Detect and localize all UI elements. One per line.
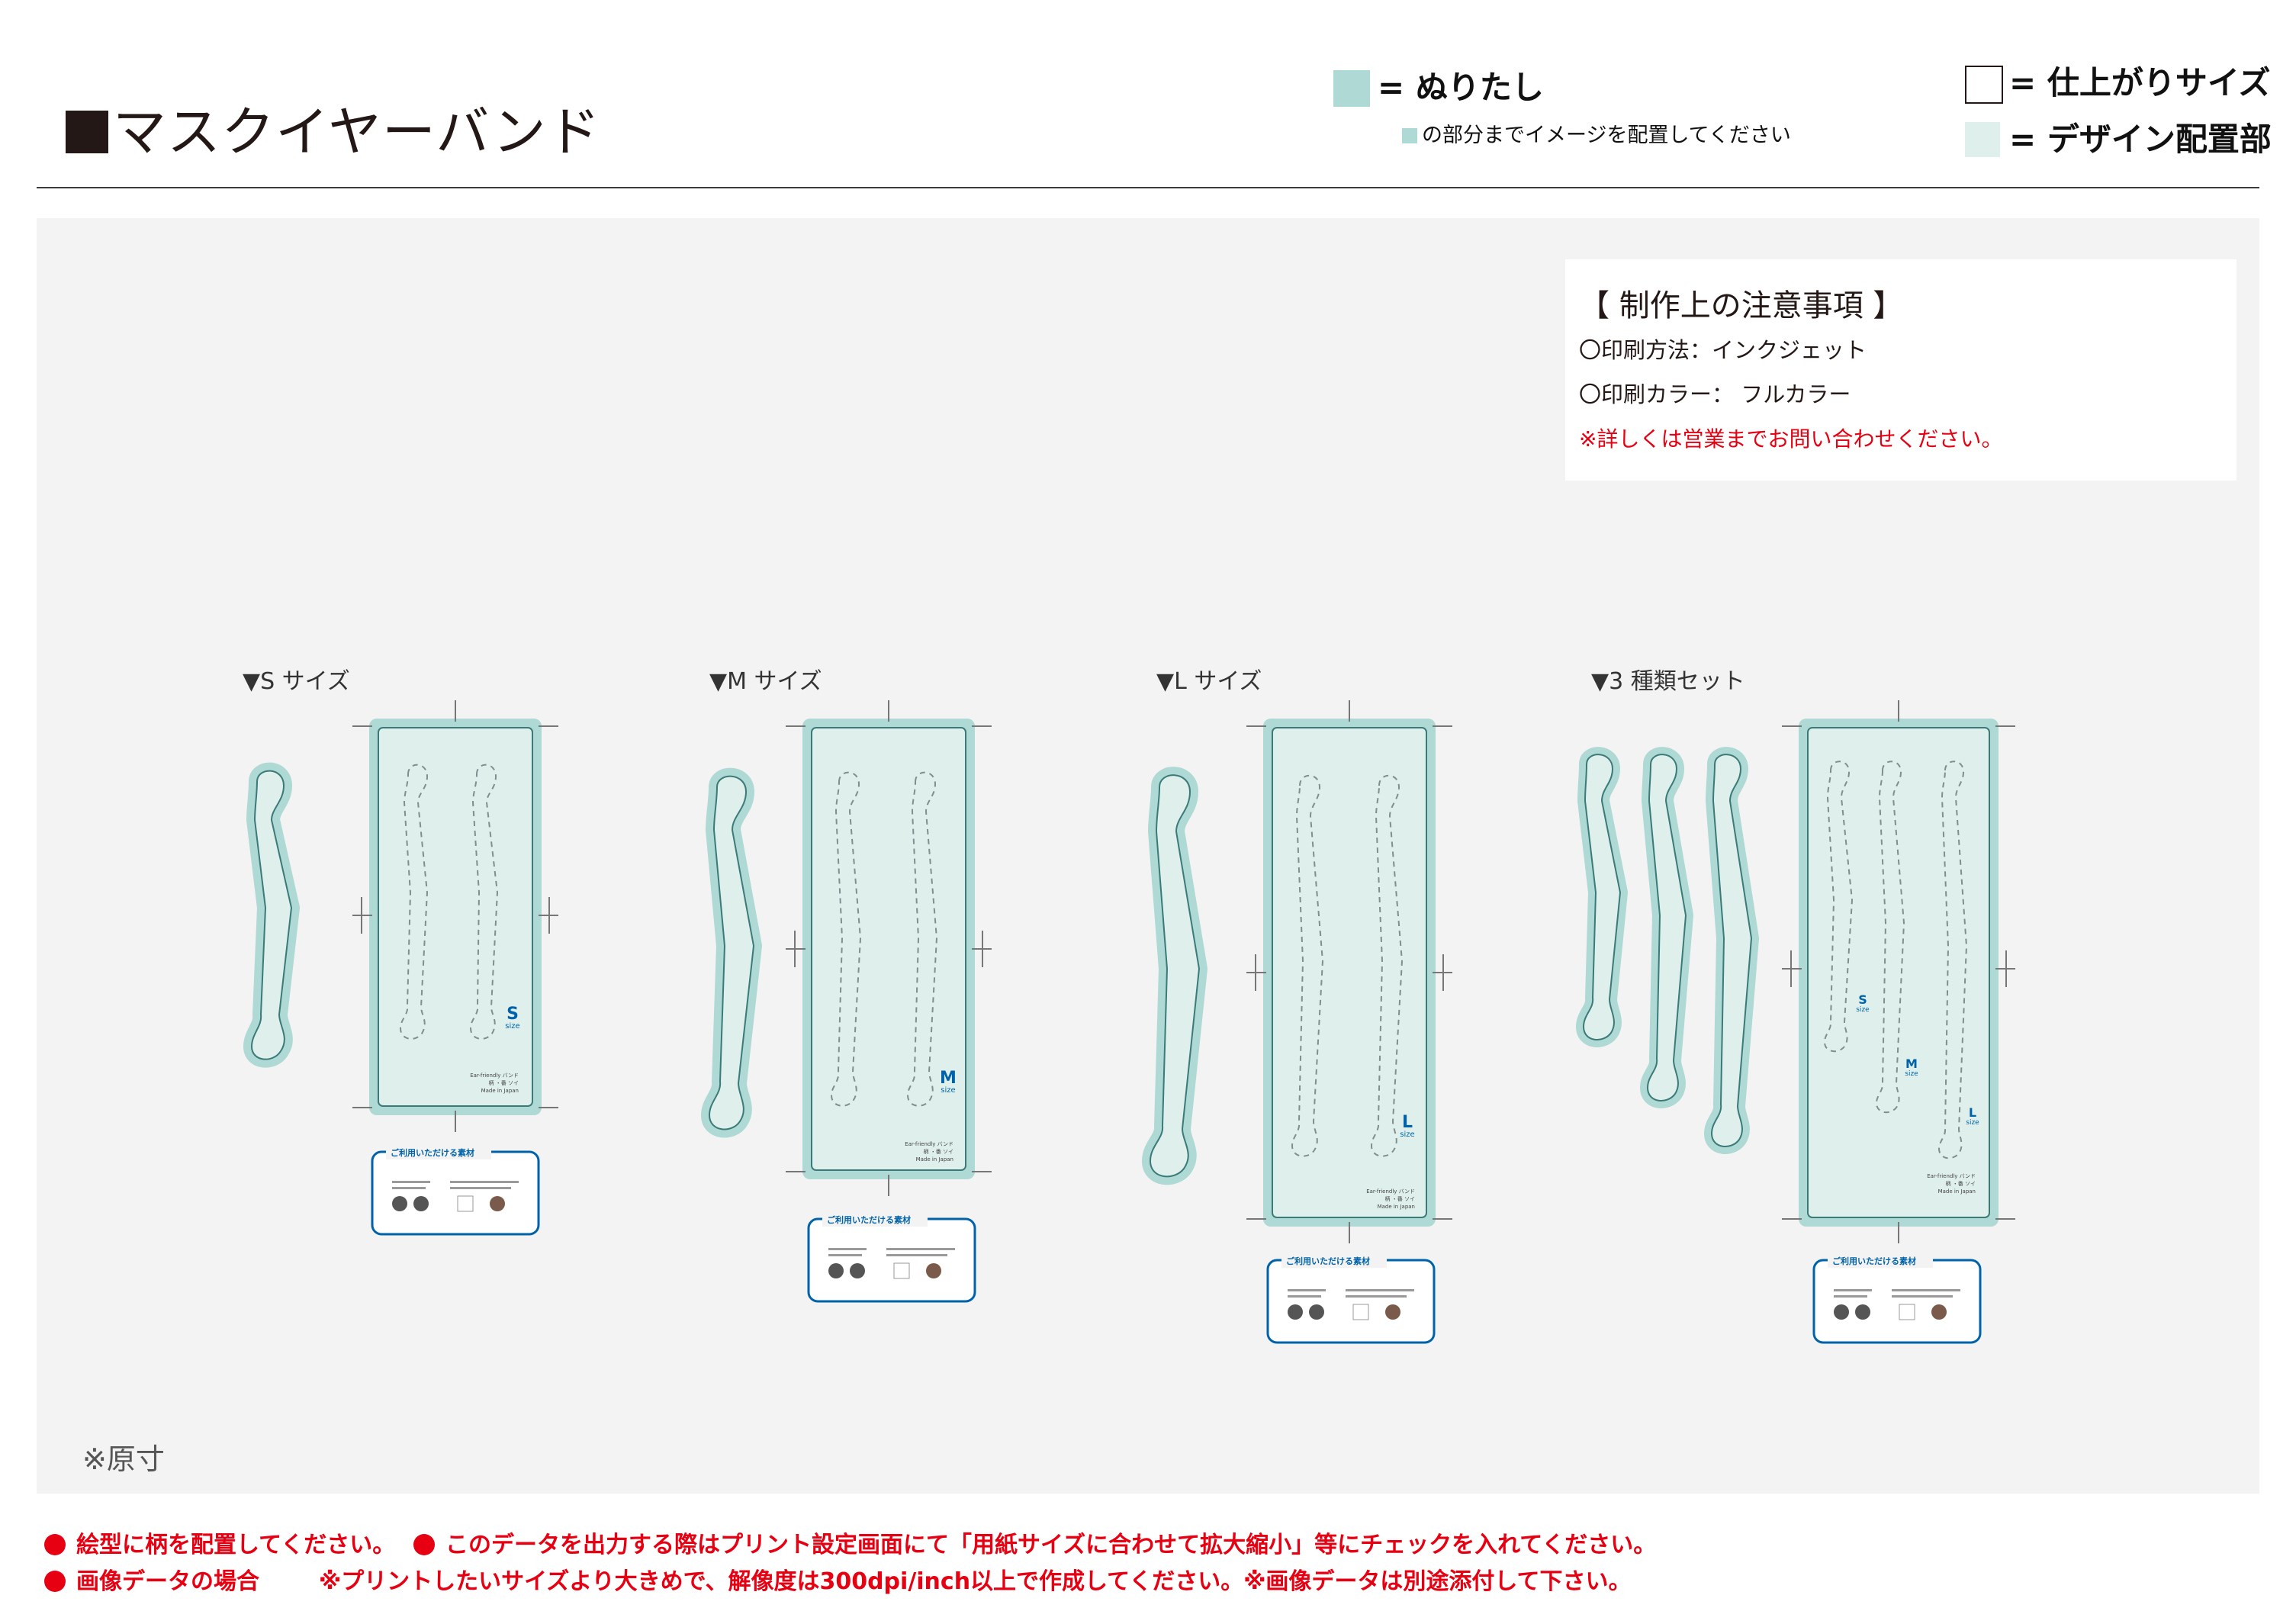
m-materials-card: ご利用いただける素材 — [807, 1211, 976, 1303]
l-product-line3: Made in Japan — [1378, 1204, 1415, 1210]
set-band-m — [1640, 747, 1693, 1108]
s-product-line2: 柄 ・番 ソイ — [489, 1079, 519, 1086]
l-size-word: size — [1400, 1130, 1414, 1139]
m-materials-title: ご利用いただける素材 — [827, 1214, 911, 1225]
s-size-word: size — [505, 1022, 519, 1031]
l-size-letter: L — [1402, 1113, 1413, 1132]
l-product-line1: Ear-friendly バンド — [1366, 1188, 1415, 1195]
set-band-s — [1576, 747, 1628, 1047]
set-size-word-l: size — [1966, 1119, 1979, 1127]
set-size-letter-s: S — [1858, 992, 1867, 1007]
m-product-line2: 柄 ・番 ソイ — [924, 1148, 953, 1155]
set-product-line2: 柄 ・番 ソイ — [1946, 1180, 1976, 1187]
bullet-icon — [44, 1534, 66, 1555]
footer-note-2-text: このデータを出力する際はプリント設定画面にて「用紙サイズに合わせて拡大縮小」等に… — [445, 1532, 1657, 1558]
m-size-group: M size Ear-friendly バンド 柄 ・番 ソイ Made in … — [701, 700, 992, 1303]
l-materials-title: ご利用いただける素材 — [1286, 1256, 1370, 1266]
m-print-board: M size Ear-friendly バンド 柄 ・番 ソイ Made in … — [786, 700, 992, 1196]
footer-note-3-label: 画像データの場合 — [76, 1568, 259, 1595]
set-size-word-s: size — [1856, 1006, 1870, 1014]
footer-note-1-text: 絵型に柄を配置してください。 — [76, 1532, 396, 1558]
s-materials-card: ご利用いただける素材 — [371, 1144, 540, 1236]
set-band-l — [1704, 747, 1759, 1154]
set-band-silhouettes — [1576, 747, 1759, 1154]
footer-note-3-text: ※プリントしたいサイズより大きめで、解像度は300dpi/inch以上で作成して… — [319, 1568, 1632, 1595]
set-print-board: S size M size L size Ear-friendly バンド 柄 … — [1782, 700, 2015, 1243]
s-materials-title: ご利用いただける素材 — [391, 1147, 474, 1158]
s-band-silhouette — [243, 762, 300, 1068]
scale-note: ※原寸 — [82, 1442, 165, 1476]
set-product-line3: Made in Japan — [1938, 1188, 1976, 1195]
m-size-word: size — [941, 1086, 955, 1095]
set-size-word-m: size — [1905, 1070, 1918, 1078]
m-product-line1: Ear-friendly バンド — [905, 1141, 953, 1147]
l-band-silhouette — [1142, 767, 1207, 1185]
m-band-silhouette — [701, 767, 762, 1138]
footer-note-2: このデータを出力する際はプリント設定画面にて「用紙サイズに合わせて拡大縮小」等に… — [413, 1526, 1656, 1559]
s-size-group: S size Ear-friendly バンド 柄 ・番 ソイ Made in … — [243, 700, 558, 1236]
set-product-line1: Ear-friendly バンド — [1927, 1173, 1976, 1179]
set-size-letter-l: L — [1969, 1105, 1976, 1120]
footer-note-1: 絵型に柄を配置してください。 — [44, 1526, 395, 1559]
set-materials-card: ご利用いただける素材 — [1812, 1253, 1982, 1344]
set-materials-title: ご利用いただける素材 — [1832, 1256, 1916, 1266]
template-artwork: S size Ear-friendly バンド 柄 ・番 ソイ Made in … — [243, 700, 2015, 1344]
s-size-letter: S — [506, 1005, 519, 1024]
bullet-icon — [413, 1534, 435, 1555]
m-size-letter: M — [940, 1069, 957, 1088]
l-materials-card: ご利用いただける素材 — [1266, 1253, 1436, 1344]
footer-note-3: 画像データの場合 — [44, 1562, 259, 1596]
l-size-group: L size Ear-friendly バンド 柄 ・番 ソイ Made in … — [1142, 700, 1452, 1344]
l-product-line2: 柄 ・番 ソイ — [1385, 1195, 1415, 1202]
s-product-line3: Made in Japan — [481, 1088, 519, 1094]
bullet-icon — [44, 1571, 66, 1592]
l-print-board: L size Ear-friendly バンド 柄 ・番 ソイ Made in … — [1246, 700, 1452, 1243]
set-group: S size M size L size Ear-friendly バンド 柄 … — [1576, 700, 2015, 1344]
set-size-letter-m: M — [1905, 1056, 1918, 1071]
s-product-line1: Ear-friendly バンド — [470, 1072, 519, 1079]
m-product-line3: Made in Japan — [916, 1156, 953, 1163]
s-print-board: S size Ear-friendly バンド 柄 ・番 ソイ Made in … — [352, 700, 558, 1132]
